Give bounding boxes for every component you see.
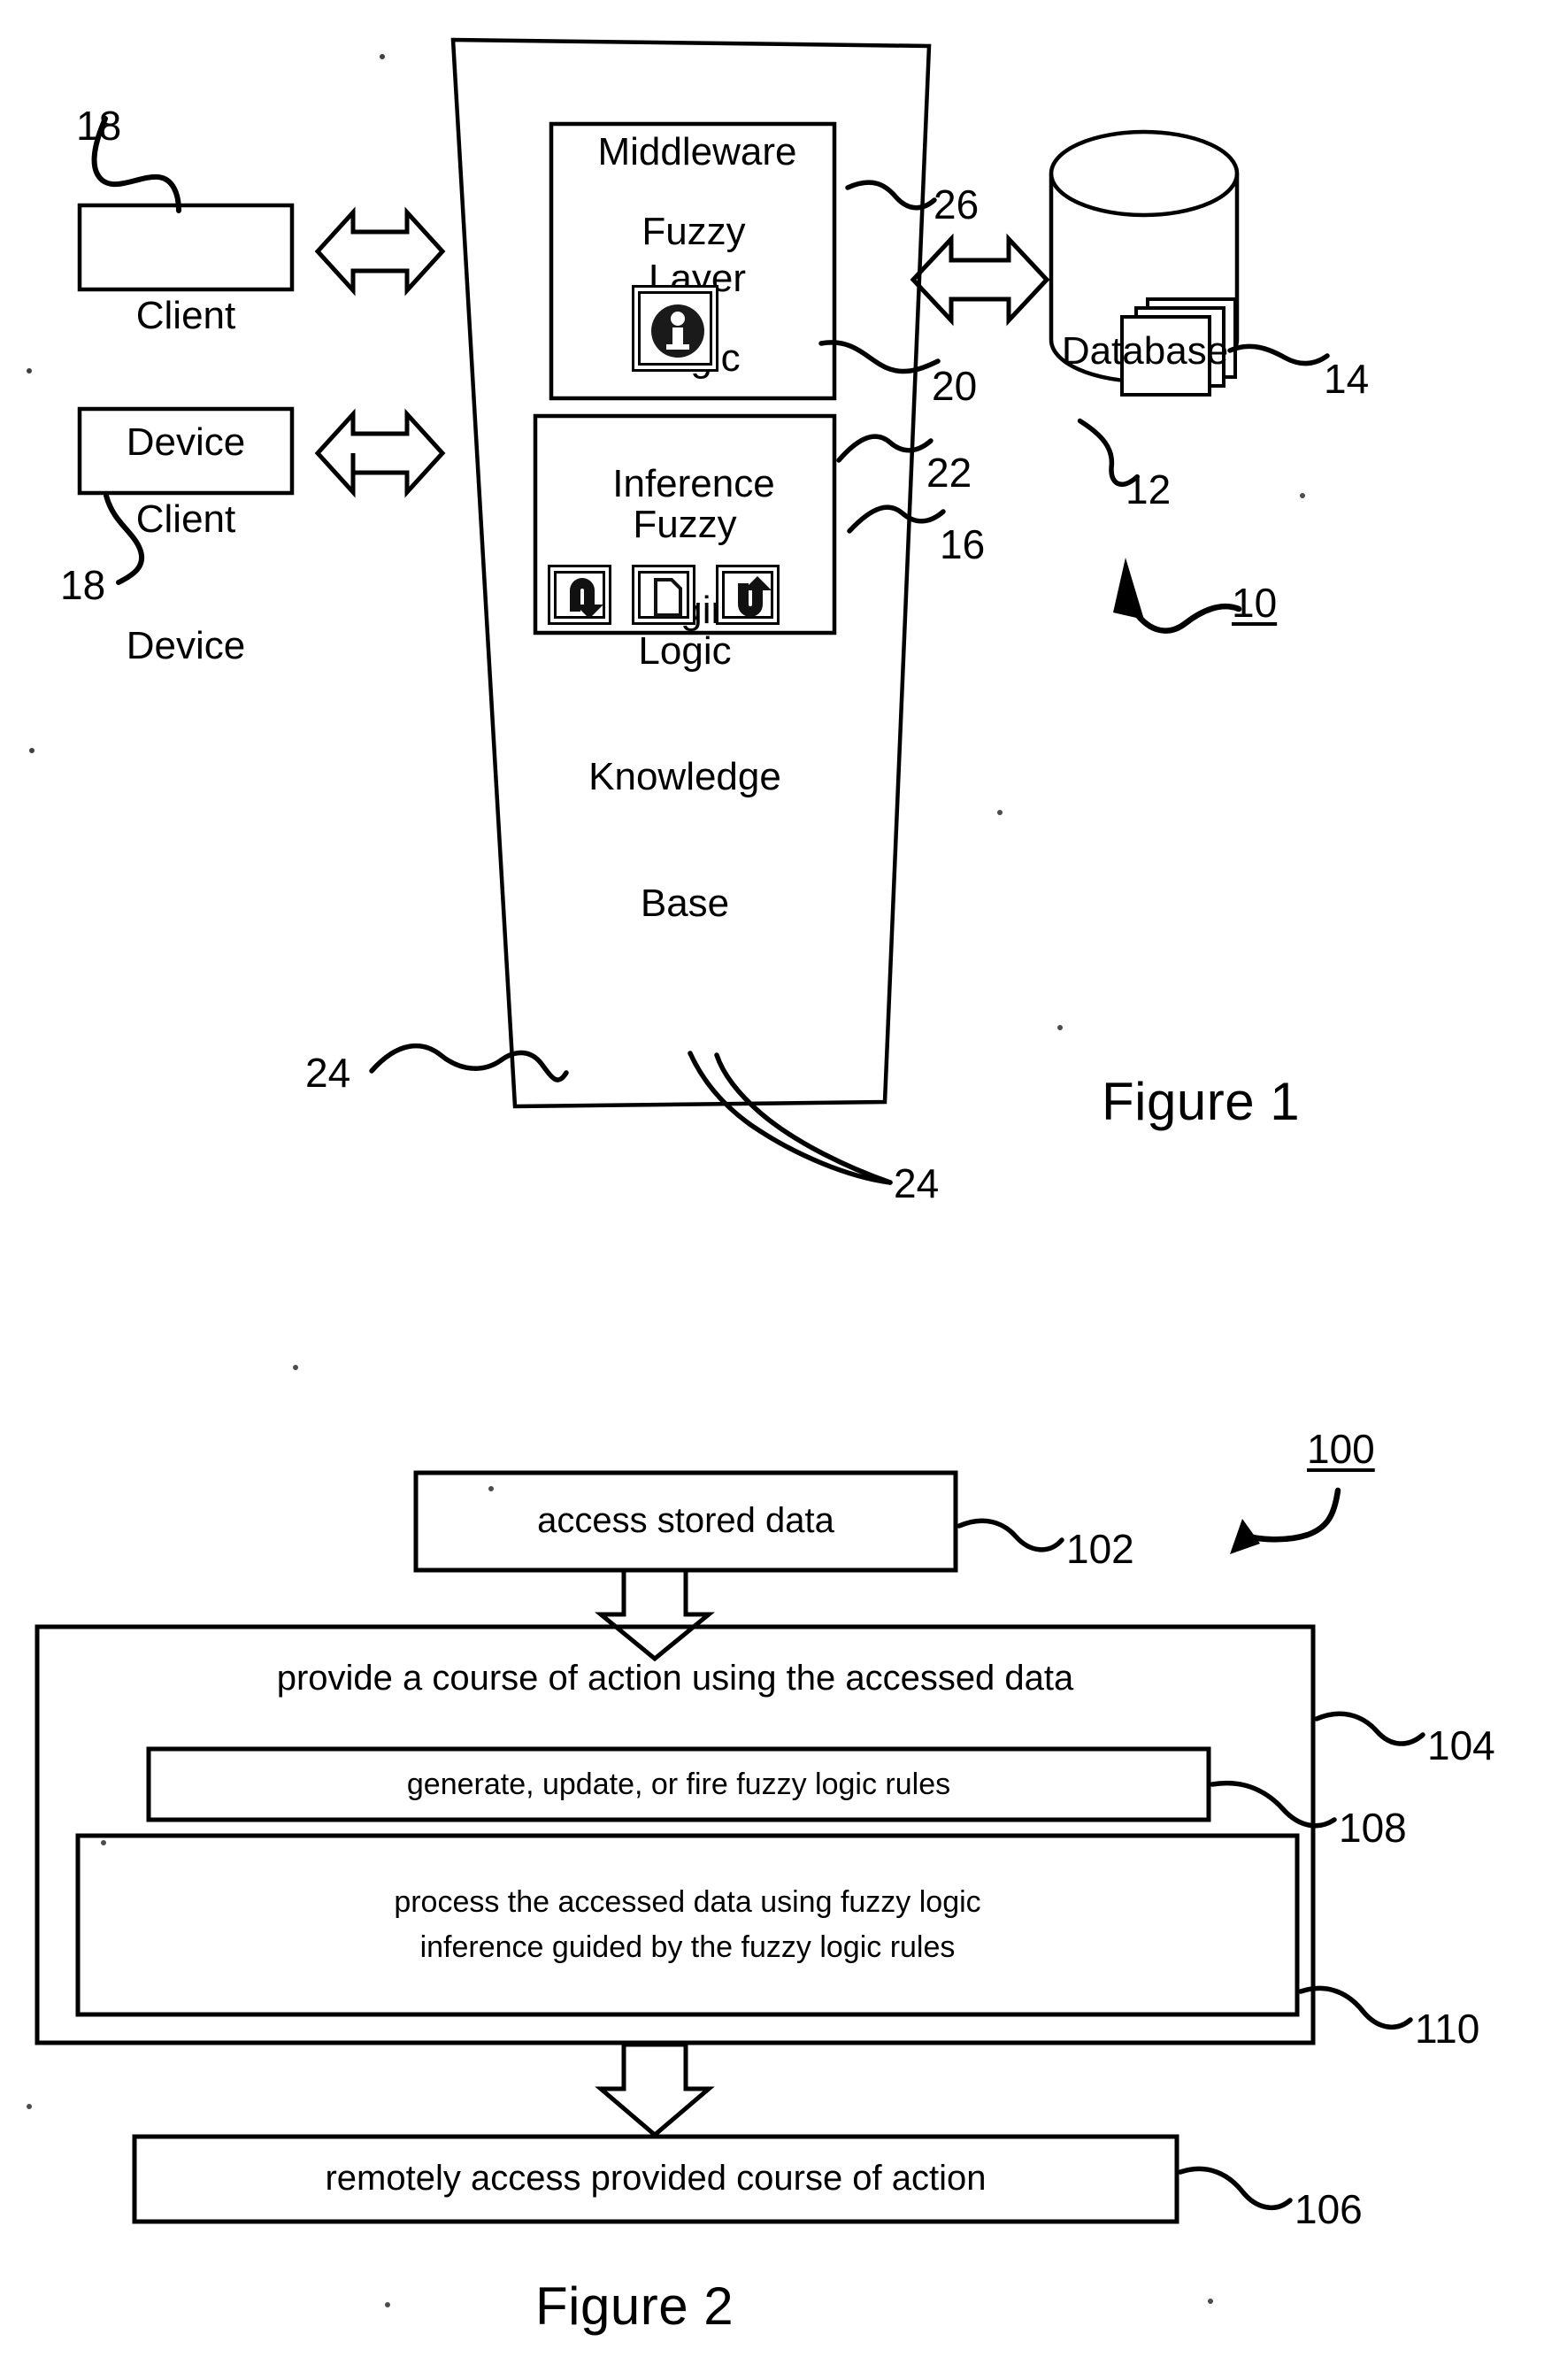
u-turn-up-arrow-icon <box>716 565 780 625</box>
ref-18-bottom: 18 <box>60 562 106 608</box>
document-page-icon <box>632 565 695 625</box>
knowledge-base-label: Fuzzy Logic Knowledge Base <box>537 420 833 1008</box>
client-device-top-line1: Client <box>135 294 236 338</box>
leader-108 <box>1210 1780 1337 1829</box>
flow-arrow-102-104 <box>595 1567 715 1662</box>
step-108-label: generate, update, or fire fuzzy logic ru… <box>149 1749 1209 1820</box>
ref-102: 102 <box>1066 1526 1134 1572</box>
step-110-text-line1: process the accessed data using fuzzy lo… <box>394 1885 981 1920</box>
leader-16 <box>847 504 946 534</box>
ref-106: 106 <box>1295 2186 1363 2232</box>
leader-106 <box>1178 2166 1293 2210</box>
step-104-label: provide a course of action using the acc… <box>37 1653 1313 1705</box>
ref-24-left: 24 <box>305 1050 351 1096</box>
database-label-text: Database <box>1061 329 1229 374</box>
ref-104: 104 <box>1427 1722 1495 1768</box>
u-turn-down-arrow-glyph <box>570 578 603 619</box>
ref-108: 108 <box>1339 1805 1407 1851</box>
leader-104 <box>1314 1711 1425 1746</box>
ref-10: 10 <box>1232 580 1278 626</box>
figure-2-caption: Figure 2 <box>535 2276 734 2336</box>
leader-100 <box>1230 1487 1341 1554</box>
patent-drawing-sheet: Middleware Layer Fuzzy Logic Inference E… <box>0 0 1552 2380</box>
info-icon <box>632 285 718 372</box>
leader-10 <box>1113 558 1242 634</box>
inference-engine-label-line1: Fuzzy <box>642 210 746 254</box>
client-to-middleware-double-arrow-bottom <box>314 408 446 498</box>
step-110-label: process the accessed data using fuzzy lo… <box>78 1836 1297 2014</box>
client-device-bottom-line2: Device <box>126 623 246 667</box>
step-108-text: generate, update, or fire fuzzy logic ru… <box>406 1767 951 1801</box>
middleware-to-database-double-arrow <box>910 233 1050 327</box>
ref-26: 26 <box>934 181 980 227</box>
knowledge-base-label-line1: Fuzzy <box>633 503 737 547</box>
knowledge-base-label-line2: Logic <box>638 628 732 673</box>
figure-1-caption: Figure 1 <box>1102 1072 1301 1131</box>
ref-16: 16 <box>940 521 986 567</box>
step-104-text: provide a course of action using the acc… <box>276 1659 1074 1698</box>
ref-100: 100 <box>1307 1426 1375 1472</box>
knowledge-base-label-line3: Knowledge <box>588 755 781 799</box>
step-102-label: access stored data <box>416 1473 956 1570</box>
flow-arrow-104-106 <box>595 2042 715 2138</box>
info-icon-glyph <box>651 304 704 358</box>
leader-102 <box>957 1518 1064 1552</box>
client-device-label-bottom: Client Device <box>81 414 290 751</box>
u-turn-down-arrow-icon <box>548 565 611 625</box>
leader-24-left <box>369 1043 569 1082</box>
step-106-text: remotely access provided course of actio… <box>325 2159 987 2199</box>
knowledge-base-label-line4: Base <box>640 881 730 925</box>
leader-22 <box>836 434 934 463</box>
document-page-glyph <box>654 578 682 617</box>
leader-110 <box>1298 1985 1413 2030</box>
ref-20: 20 <box>932 363 978 409</box>
step-110-text-line2: inference guided by the fuzzy logic rule… <box>419 1930 956 1964</box>
ref-14: 14 <box>1324 356 1370 402</box>
ref-110: 110 <box>1415 2006 1480 2052</box>
leader-14 <box>1227 343 1330 366</box>
u-turn-up-arrow-glyph <box>738 576 772 617</box>
leader-24-right <box>688 1051 893 1185</box>
client-to-middleware-double-arrow-top <box>314 206 446 297</box>
ref-24-right: 24 <box>894 1160 940 1206</box>
ref-22: 22 <box>926 450 972 496</box>
ref-18-top: 18 <box>76 103 122 149</box>
client-device-bottom-line1: Client <box>135 497 236 542</box>
ref-12: 12 <box>1126 466 1172 512</box>
step-102-text: access stored data <box>537 1501 834 1541</box>
step-106-label: remotely access provided course of actio… <box>134 2137 1177 2222</box>
database-label: Database <box>1049 246 1241 457</box>
